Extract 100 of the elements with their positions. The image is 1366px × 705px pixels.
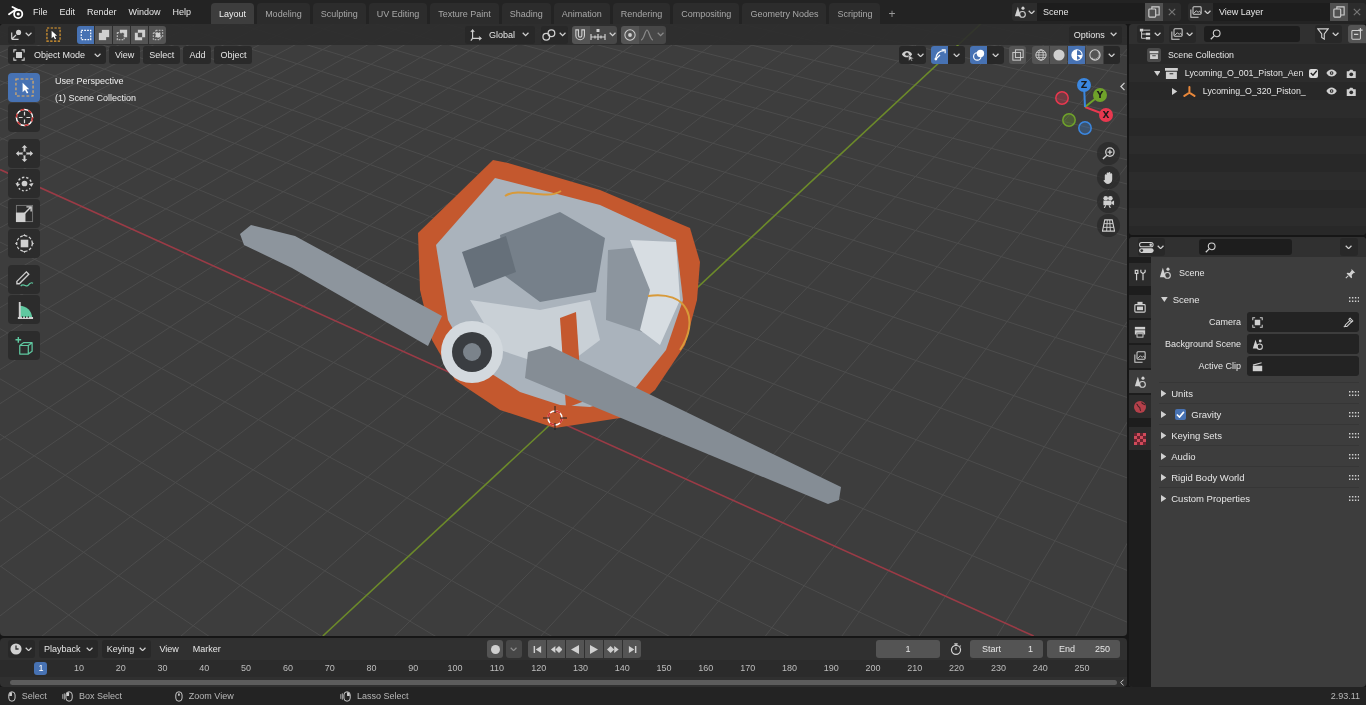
panel-title[interactable]: Scene [1172,293,1344,305]
menu-item[interactable]: View [109,46,141,64]
snap-toggle[interactable] [571,25,590,44]
select-mode-button[interactable] [131,25,148,44]
search-field[interactable] [1199,239,1292,255]
current-frame-field[interactable]: 1 [876,640,940,658]
menu-item[interactable]: Window [122,2,167,22]
snap-target-dropdown[interactable] [589,25,617,44]
disclosure-triangle-icon[interactable] [1172,87,1178,95]
workspace-tab[interactable]: Sculpting [312,3,366,24]
workspace-tab[interactable]: Compositing [673,3,740,24]
xray-toggle[interactable] [1009,46,1026,64]
scene-browse-button[interactable] [1012,3,1037,21]
visibility-dropdown[interactable] [899,46,926,64]
sidebar-toggle-icon[interactable] [1119,82,1125,91]
outliner-item[interactable]: Lycoming_O_001_Piston_Aen [1184,68,1304,78]
editor-type-button[interactable] [8,25,35,44]
record-button[interactable] [487,640,503,658]
move-tool[interactable] [8,139,40,168]
add-cube-tool[interactable] [8,331,40,360]
panel-title[interactable]: Gravity [1191,408,1344,420]
select-box-tool[interactable] [8,73,40,102]
menu-item[interactable]: File [27,2,54,22]
disclosure-triangle-icon[interactable] [1161,494,1167,502]
orientation-dropdown[interactable]: Global [464,25,535,44]
view-layer-name-field[interactable]: View Layer [1213,3,1330,21]
next-keyframe-button[interactable] [604,640,622,658]
pin-icon[interactable] [1345,267,1356,279]
annotate-tool[interactable] [8,265,40,294]
app-logo-icon[interactable] [8,5,24,19]
checkbox[interactable] [1309,68,1319,78]
editor-type-button[interactable] [1137,25,1164,43]
workspace-tab[interactable]: Modeling [257,3,310,24]
workspace-tab[interactable]: Texture Paint [430,3,499,24]
sidebar-toggle-icon[interactable] [1119,678,1124,686]
previous-keyframe-button[interactable] [547,640,565,658]
view-layer-tab[interactable] [1129,345,1151,368]
workspace-tab[interactable]: Animation [553,3,610,24]
scene-tab[interactable] [1129,370,1151,393]
select-mode-button[interactable] [113,25,130,44]
menu-item[interactable]: Marker [186,640,227,658]
remove-scene-button[interactable] [1163,3,1181,21]
disclosure-triangle-icon[interactable] [1161,410,1167,418]
wireframe-shading-button[interactable] [1032,46,1049,64]
select-mode-button[interactable] [95,25,112,44]
solid-shading-button[interactable] [1050,46,1067,64]
camera-icon[interactable] [1345,68,1356,78]
active-tool-button[interactable] [44,25,62,44]
dropdown-button[interactable] [987,46,1004,64]
start-frame-field[interactable]: Start 1 [970,640,1043,658]
menu-item[interactable]: Edit [53,2,82,22]
pivot-dropdown[interactable] [540,25,568,44]
texture-tab[interactable] [1129,427,1151,450]
negative-axis-handle[interactable] [1055,91,1069,105]
panel-title[interactable]: Custom Properties [1171,492,1344,504]
grip-dots-icon[interactable] [1348,453,1359,459]
rotate-tool[interactable] [8,169,40,198]
new-view-layer-button[interactable] [1330,3,1348,21]
grip-dots-icon[interactable] [1348,474,1359,480]
jump-to-end-button[interactable] [623,640,641,658]
add-workspace-button[interactable]: + [883,3,901,24]
material-preview-button[interactable] [1068,46,1085,64]
menu-item[interactable]: View [153,640,185,658]
tool-tab[interactable] [1129,263,1151,286]
disclosure-triangle-icon[interactable] [1161,452,1167,460]
active-clip-field[interactable] [1247,356,1359,376]
disclosure-triangle-icon[interactable] [1161,296,1168,302]
new-scene-button[interactable] [1145,3,1163,21]
outliner-item[interactable]: Lycoming_O_320_Piston_ [1202,86,1306,96]
new-collection-button[interactable] [1348,25,1366,43]
scale-tool[interactable] [8,199,40,228]
editor-type-button[interactable] [8,640,35,658]
grip-dots-icon[interactable] [1348,495,1359,501]
overlay-toggle[interactable] [970,46,987,64]
panel-title[interactable]: Rigid Body World [1171,471,1344,483]
background-scene-field[interactable] [1247,334,1359,354]
rendered-shading-button[interactable] [1086,46,1103,64]
disclosure-triangle-icon[interactable] [1161,389,1167,397]
negative-axis-handle[interactable] [1078,121,1092,135]
filter-dropdown[interactable] [1315,25,1342,43]
checkbox[interactable] [1175,408,1187,420]
cursor-tool[interactable] [8,103,40,132]
eyedropper-icon[interactable] [1343,316,1354,328]
negative-axis-handle[interactable] [1062,113,1076,127]
grip-dots-icon[interactable] [1348,411,1359,417]
grip-dots-icon[interactable] [1348,296,1359,302]
eye-icon[interactable] [1326,87,1338,95]
menu-item[interactable]: Add [183,46,212,64]
menu-item[interactable]: Render [81,2,123,22]
panel-title[interactable]: Keying Sets [1171,429,1344,441]
transform-tool[interactable] [8,229,40,258]
workspace-tab[interactable]: Geometry Nodes [742,3,827,24]
menu-item[interactable]: Object [214,46,253,64]
axis-handle[interactable]: Z [1077,78,1091,108]
disclosure-triangle-icon[interactable] [1153,70,1161,76]
eye-icon[interactable] [1326,69,1338,77]
grip-dots-icon[interactable] [1348,390,1359,396]
dropdown-button[interactable] [1104,46,1120,64]
select-mode-button[interactable] [77,25,94,44]
options-dropdown[interactable]: Options [1068,25,1122,44]
